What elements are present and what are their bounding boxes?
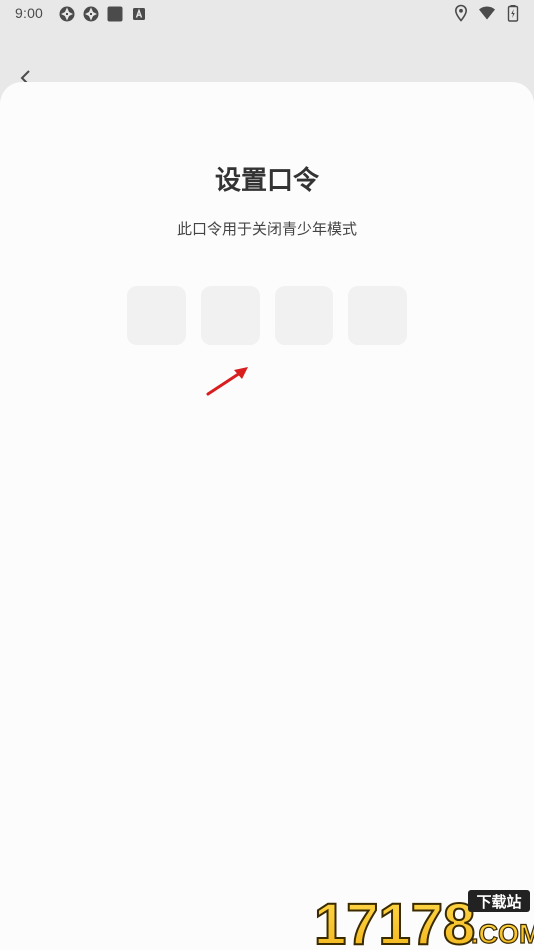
square-icon <box>106 5 124 23</box>
passcode-sheet: 设置口令 此口令用于关闭青少年模式 <box>0 82 534 950</box>
status-bar: 9:00 <box>0 0 534 28</box>
wifi-icon <box>478 4 496 22</box>
passcode-digit-1[interactable] <box>127 286 186 345</box>
aperture-icon <box>58 5 76 23</box>
battery-icon <box>504 4 522 22</box>
location-icon <box>452 4 470 22</box>
status-notification-icons <box>58 5 148 23</box>
status-time: 9:00 <box>15 5 44 21</box>
passcode-digit-4[interactable] <box>348 286 407 345</box>
passcode-digit-3[interactable] <box>274 286 334 345</box>
sheet-subtitle: 此口令用于关闭青少年模式 <box>176 220 357 238</box>
annotation-arrow-icon <box>204 364 254 398</box>
aperture-icon <box>82 5 100 23</box>
status-system-icons <box>452 4 522 22</box>
passcode-inputs <box>127 286 407 346</box>
passcode-digit-2[interactable] <box>200 286 260 345</box>
a-badge-icon <box>130 5 148 23</box>
sheet-title: 设置口令 <box>214 166 319 196</box>
